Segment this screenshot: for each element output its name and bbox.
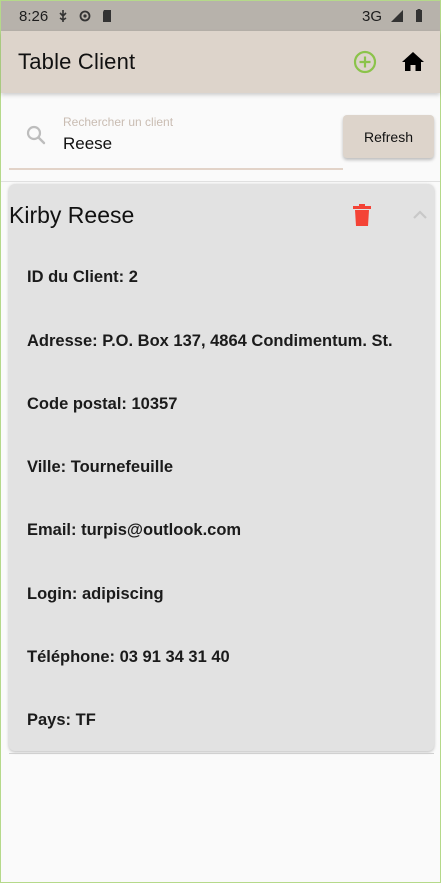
field-postal-code: Code postal: 10357 xyxy=(27,395,178,413)
field-email: Email: turpis@outlook.com xyxy=(27,521,242,539)
search-input[interactable]: Rechercher un client Reese xyxy=(9,104,343,170)
field-country: Pays: TF xyxy=(27,711,96,729)
battery-icon xyxy=(416,9,422,22)
add-client-button[interactable] xyxy=(352,49,378,75)
search-value[interactable]: Reese xyxy=(63,134,112,154)
field-login: Login: adipiscing xyxy=(27,585,164,603)
home-icon xyxy=(402,52,424,71)
add-circle-icon xyxy=(353,50,377,74)
app-bar: Table Client xyxy=(1,31,440,93)
client-name: Kirby Reese xyxy=(9,202,135,228)
usb-icon xyxy=(59,10,67,22)
search-icon xyxy=(26,125,46,145)
status-left: 8:26 xyxy=(19,8,114,25)
list-divider xyxy=(9,753,434,754)
refresh-button[interactable]: Refresh xyxy=(343,115,434,158)
settings-icon xyxy=(79,10,91,22)
status-time: 8:26 xyxy=(19,7,49,25)
status-right: 3G xyxy=(362,8,426,25)
chevron-up-icon[interactable] xyxy=(411,208,429,220)
divider xyxy=(1,181,440,182)
status-bar: 8:26 3G xyxy=(1,1,440,31)
field-city: Ville: Tournefeuille xyxy=(27,458,174,476)
signal-icon xyxy=(391,10,403,22)
sd-card-icon xyxy=(103,10,112,22)
delete-icon[interactable] xyxy=(351,203,373,227)
field-phone: Téléphone: 03 91 34 31 40 xyxy=(27,648,230,666)
field-client-id: ID du Client: 2 xyxy=(27,268,138,286)
search-label: Rechercher un client xyxy=(63,115,174,129)
page-title: Table Client xyxy=(18,49,136,74)
client-card: Kirby Reese ID du Client: 2 Adresse: P.O… xyxy=(9,184,434,751)
network-type: 3G xyxy=(361,7,382,25)
field-address: Adresse: P.O. Box 137, 4864 Condimentum.… xyxy=(27,332,393,350)
app-actions xyxy=(352,49,426,75)
home-button[interactable] xyxy=(400,49,426,75)
search-row: Rechercher un client Reese Refresh xyxy=(1,104,440,179)
